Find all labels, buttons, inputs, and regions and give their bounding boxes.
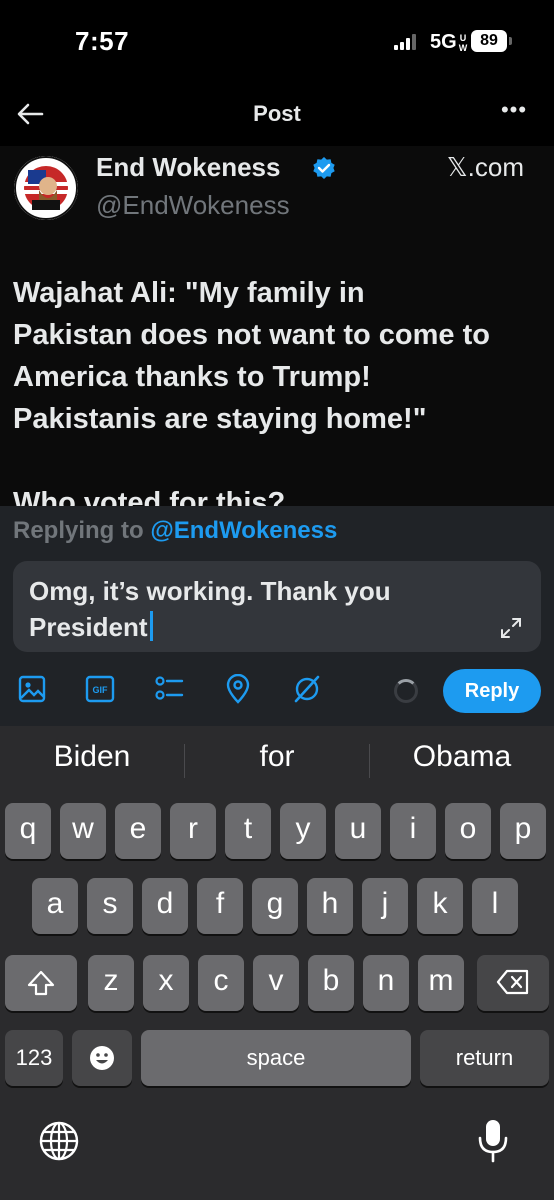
reply-input[interactable]: Omg, it’s working. Thank you President: [13, 561, 541, 652]
replying-to-label: Replying to @EndWokeness: [13, 517, 337, 545]
location-icon[interactable]: [223, 674, 253, 704]
key-s[interactable]: s: [87, 878, 133, 934]
author-handle[interactable]: @EndWokeness: [96, 190, 290, 221]
key-b[interactable]: b: [308, 955, 354, 1011]
space-key[interactable]: space: [141, 1030, 411, 1086]
key-p[interactable]: p: [500, 803, 546, 859]
post-header: Post •••: [0, 90, 554, 140]
key-y[interactable]: y: [280, 803, 326, 859]
key-c[interactable]: c: [198, 955, 244, 1011]
status-time: 7:57: [75, 26, 130, 56]
gif-icon[interactable]: GIF: [85, 674, 115, 704]
post-card: End Wokeness @EndWokeness 𝕏.com Wajahat …: [0, 146, 554, 506]
key-d[interactable]: d: [142, 878, 188, 934]
key-m[interactable]: m: [418, 955, 464, 1011]
numbers-key[interactable]: 123: [5, 1030, 63, 1086]
key-q[interactable]: q: [5, 803, 51, 859]
key-g[interactable]: g: [252, 878, 298, 934]
expand-icon[interactable]: [499, 616, 523, 640]
character-count-ring: [394, 679, 418, 703]
avatar-image: [14, 156, 78, 220]
key-e[interactable]: e: [115, 803, 161, 859]
emoji-icon: [90, 1046, 114, 1070]
key-o[interactable]: o: [445, 803, 491, 859]
shift-icon: [27, 970, 55, 996]
key-f[interactable]: f: [197, 878, 243, 934]
suggestion-3[interactable]: Obama: [370, 740, 554, 774]
key-v[interactable]: v: [253, 955, 299, 1011]
shift-key[interactable]: [5, 955, 77, 1011]
status-bar: 7:57 5G UW 89: [0, 0, 554, 80]
key-u[interactable]: u: [335, 803, 381, 859]
key-w[interactable]: w: [60, 803, 106, 859]
image-icon[interactable]: [17, 674, 47, 704]
author-name[interactable]: End Wokeness: [96, 152, 280, 183]
page-title: Post: [253, 101, 301, 126]
key-x[interactable]: x: [143, 955, 189, 1011]
key-i[interactable]: i: [390, 803, 436, 859]
battery-indicator: 89: [471, 30, 507, 52]
key-l[interactable]: l: [472, 878, 518, 934]
verified-badge-icon: [313, 157, 335, 179]
network-type: 5G: [430, 31, 457, 53]
key-n[interactable]: n: [363, 955, 409, 1011]
emoji-key[interactable]: [72, 1030, 132, 1086]
return-key[interactable]: return: [420, 1030, 549, 1086]
backspace-icon: [496, 969, 529, 995]
microphone-icon[interactable]: [476, 1118, 510, 1164]
replying-to-handle[interactable]: @EndWokeness: [150, 517, 337, 544]
suggestion-1[interactable]: Biden: [0, 740, 184, 774]
keyboard: Biden for Obama q w e r t y u i o p a s …: [0, 726, 554, 1200]
globe-icon[interactable]: [38, 1120, 80, 1162]
grok-icon[interactable]: [292, 674, 322, 704]
poll-icon[interactable]: [154, 674, 184, 704]
key-j[interactable]: j: [362, 878, 408, 934]
source-link[interactable]: 𝕏.com: [447, 152, 524, 183]
post-text: Wajahat Ali: "My family in Pakistan does…: [13, 277, 490, 506]
avatar[interactable]: [14, 156, 78, 220]
reply-composer: Replying to @EndWokeness Omg, it’s worki…: [0, 506, 554, 726]
key-r[interactable]: r: [170, 803, 216, 859]
delete-key[interactable]: [477, 955, 549, 1011]
reply-input-text[interactable]: Omg, it’s working. Thank you President: [29, 573, 489, 645]
cellular-signal-icon: [394, 34, 416, 50]
replying-to-prefix: Replying to: [13, 517, 144, 544]
battery-tip: [509, 37, 512, 45]
key-h[interactable]: h: [307, 878, 353, 934]
key-t[interactable]: t: [225, 803, 271, 859]
network-suffix: UW: [458, 33, 468, 53]
key-z[interactable]: z: [88, 955, 134, 1011]
more-horizontal-icon[interactable]: •••: [498, 99, 530, 128]
suggestion-2[interactable]: for: [185, 740, 369, 774]
svg-text:GIF: GIF: [93, 685, 109, 695]
text-caret: [149, 611, 153, 641]
key-a[interactable]: a: [32, 878, 78, 934]
key-k[interactable]: k: [417, 878, 463, 934]
reply-button[interactable]: Reply: [443, 669, 541, 713]
